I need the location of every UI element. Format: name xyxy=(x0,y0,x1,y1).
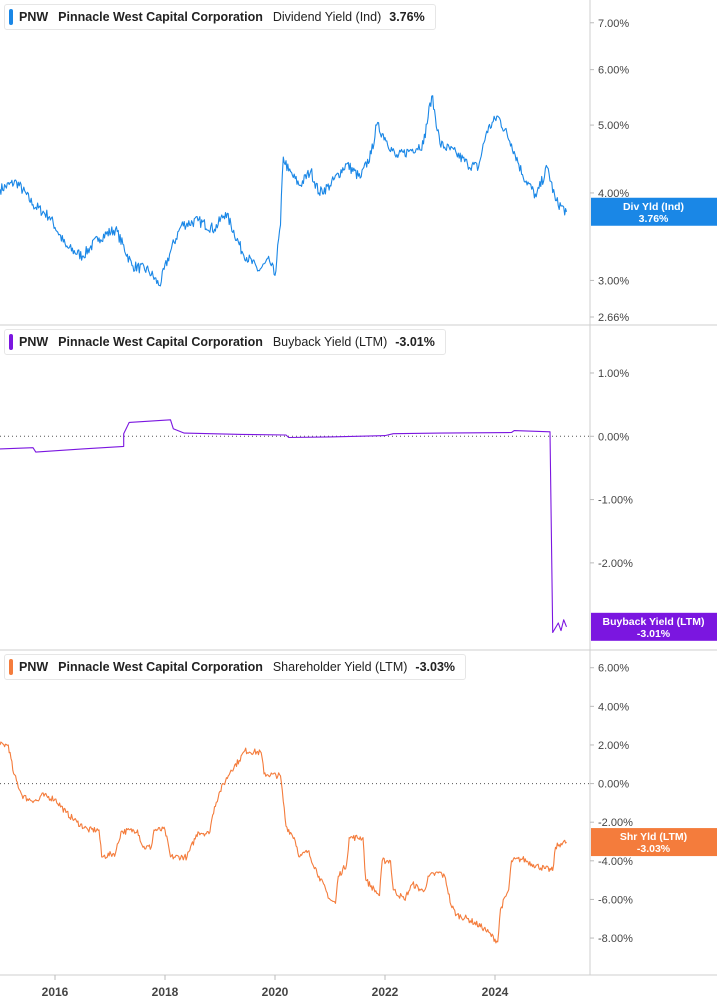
y-tick-label: -8.00% xyxy=(598,933,633,945)
y-tick-label: 0.00% xyxy=(598,431,629,443)
y-tick-label: 4.00% xyxy=(598,701,629,713)
value-flag: Buyback Yield (LTM)-3.01% xyxy=(591,612,717,641)
legend-metric: Dividend Yield (Ind) xyxy=(272,10,382,24)
value-flags: Div Yld (Ind)3.76%Buyback Yield (LTM)-3.… xyxy=(591,197,717,857)
y-tick-label: 6.00% xyxy=(598,65,629,77)
y-tick-label: -6.00% xyxy=(598,894,633,906)
legend-ticker: PNW xyxy=(19,660,49,674)
y-tick-label: 2.00% xyxy=(598,740,629,752)
legend-metric: Shareholder Yield (LTM) xyxy=(272,660,408,674)
y-tick-label: 6.00% xyxy=(598,663,629,675)
y-tick-label: 1.00% xyxy=(598,368,629,380)
legend-company: Pinnacle West Capital Corporation xyxy=(58,335,263,349)
x-tick-label: 2016 xyxy=(42,985,69,999)
value-flag-title: Shr Yld (LTM) xyxy=(620,831,687,843)
y-tick-label: 5.00% xyxy=(598,120,629,132)
chart-plots xyxy=(0,95,590,944)
y-tick-label: -2.00% xyxy=(598,817,633,829)
legend-shareholder-yield[interactable]: PNW Pinnacle West Capital Corporation Sh… xyxy=(4,654,467,680)
series-color-swatch xyxy=(9,334,13,350)
series-color-swatch xyxy=(9,659,13,675)
x-tick-label: 2018 xyxy=(152,985,179,999)
series-line-0 xyxy=(0,95,568,287)
value-flag: Div Yld (Ind)3.76% xyxy=(591,197,717,226)
legend-value: -3.01% xyxy=(395,335,435,349)
legend-ticker: PNW xyxy=(19,10,49,24)
value-flag-value: 3.76% xyxy=(639,213,669,225)
x-axis: 2016 2018 2020 2022 2024 xyxy=(42,975,509,999)
series-line-2 xyxy=(0,741,567,944)
x-tick-label: 2020 xyxy=(262,985,289,999)
legend-dividend-yield[interactable]: PNW Pinnacle West Capital Corporation Di… xyxy=(4,4,436,30)
legend-buyback-yield[interactable]: PNW Pinnacle West Capital Corporation Bu… xyxy=(4,329,446,355)
legend-metric: Buyback Yield (LTM) xyxy=(272,335,388,349)
legend-ticker: PNW xyxy=(19,335,49,349)
x-tick-label: 2022 xyxy=(372,985,399,999)
y-tick-label: -1.00% xyxy=(598,495,633,507)
chart-canvas: 7.00% 6.00% 5.00% 4.00% 3.00% 2.66% 1.00% 0.00%… xyxy=(0,0,717,999)
value-flag-title: Div Yld (Ind) xyxy=(623,201,684,213)
y-tick-label: 3.00% xyxy=(598,275,629,287)
legend-value: 3.76% xyxy=(389,10,425,24)
x-tick-label: 2024 xyxy=(482,985,509,999)
value-flag-title: Buyback Yield (LTM) xyxy=(603,616,705,628)
series-line-1 xyxy=(0,419,568,634)
legend-company: Pinnacle West Capital Corporation xyxy=(58,660,263,674)
y-tick-label: 0.00% xyxy=(598,779,629,791)
y-tick-label: 7.00% xyxy=(598,18,629,30)
y-tick-label: 2.66% xyxy=(598,312,629,324)
value-flag-value: -3.01% xyxy=(637,628,671,640)
series-color-swatch xyxy=(9,9,13,25)
value-flag: Shr Yld (LTM)-3.03% xyxy=(591,828,717,857)
y-tick-label: -4.00% xyxy=(598,856,633,868)
legend-company: Pinnacle West Capital Corporation xyxy=(58,10,263,24)
value-flag-value: -3.03% xyxy=(637,843,671,855)
legend-value: -3.03% xyxy=(415,660,456,674)
y-tick-label: -2.00% xyxy=(598,558,633,570)
